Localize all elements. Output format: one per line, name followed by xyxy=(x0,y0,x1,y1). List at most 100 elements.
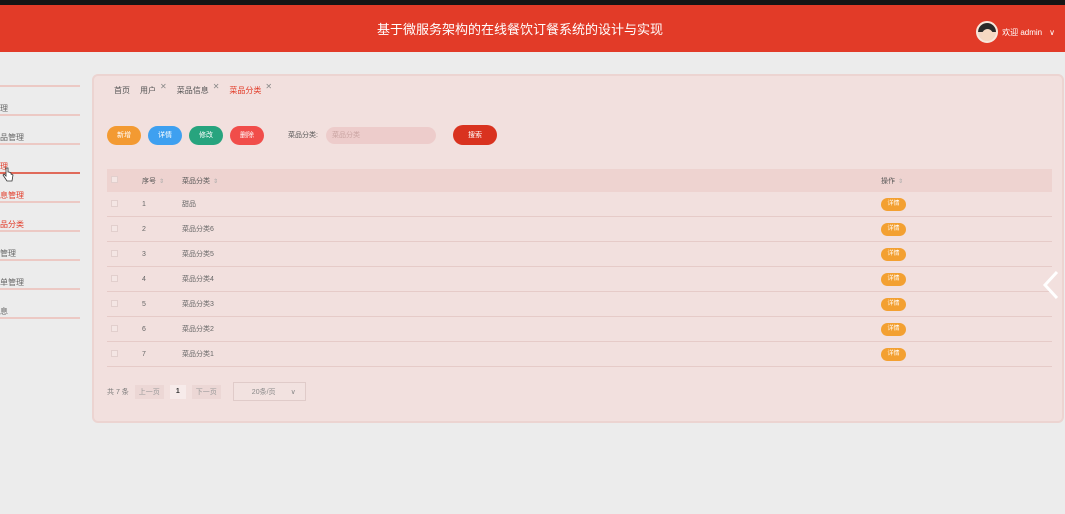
table-row: 5 菜品分类3 详情 xyxy=(107,292,1052,317)
table-row: 1 甜品 详情 xyxy=(107,192,1052,217)
select-all-checkbox[interactable] xyxy=(111,176,118,183)
next-page-button[interactable]: 下一页 xyxy=(191,384,221,399)
sidebar-item-label: 理 xyxy=(0,104,8,113)
row-index: 3 xyxy=(142,250,146,258)
search-button[interactable]: 搜索 xyxy=(452,125,497,145)
table-row: 2 菜品分类6 详情 xyxy=(107,217,1052,242)
row-checkbox[interactable] xyxy=(111,274,118,282)
page-size-value: 20条/页 xyxy=(251,388,276,396)
user-greeting[interactable]: 欢迎 admin xyxy=(1002,27,1042,38)
table-row: 6 菜品分类2 详情 xyxy=(107,317,1052,342)
avatar-face xyxy=(982,29,994,41)
sidebar-item-home[interactable]: 理 xyxy=(0,85,80,114)
sort-icon[interactable]: ⇕ xyxy=(898,179,903,185)
sort-icon[interactable]: ⇕ xyxy=(213,179,218,185)
sidebar: 理 品管理 理 息管理 品分类 管理 单管理 息 xyxy=(0,85,80,319)
row-index: 6 xyxy=(142,325,146,333)
column-header-op[interactable]: 操作 ⇕ xyxy=(881,176,1031,186)
sidebar-item-label: 单管理 xyxy=(0,278,24,287)
edit-button[interactable]: 修改 xyxy=(189,125,223,145)
tab-home[interactable]: 首页 xyxy=(114,85,130,96)
header-label: 序号 xyxy=(142,177,156,185)
tab-users[interactable]: 用户 ✕ xyxy=(140,82,167,96)
row-name: 菜品分类6 xyxy=(182,226,214,233)
row-detail-button[interactable]: 详情 xyxy=(881,247,906,261)
row-index: 2 xyxy=(142,225,146,233)
row-detail-button[interactable]: 详情 xyxy=(881,347,906,361)
prev-page-button[interactable]: 上一页 xyxy=(134,384,164,399)
table-row: 3 菜品分类5 详情 xyxy=(107,242,1052,267)
row-name: 菜品分类1 xyxy=(182,351,214,358)
search-label: 菜品分类: xyxy=(288,132,318,139)
user-menu[interactable]: 欢迎 admin ∨ xyxy=(976,21,1055,43)
row-checkbox[interactable] xyxy=(111,324,118,332)
table-header: 序号 ⇕ 菜品分类 ⇕ 操作 ⇕ xyxy=(107,169,1052,192)
column-header-index[interactable]: 序号 ⇕ xyxy=(142,176,182,186)
row-name: 菜品分类2 xyxy=(182,326,214,333)
row-index: 1 xyxy=(142,200,146,208)
app-title: 基于微服务架构的在线餐饮订餐系统的设计与实现 xyxy=(376,23,663,38)
page-number[interactable]: 1 xyxy=(169,384,186,399)
chevron-left-icon[interactable] xyxy=(1042,270,1060,300)
close-icon[interactable]: ✕ xyxy=(213,82,220,91)
sidebar-item-label: 品分类 xyxy=(0,220,24,229)
chevron-down-icon: ∨ xyxy=(290,388,296,396)
sidebar-divider xyxy=(0,317,80,319)
row-checkbox[interactable] xyxy=(111,199,118,207)
row-index: 4 xyxy=(142,275,146,283)
row-checkbox[interactable] xyxy=(111,299,118,307)
tab-bar: 首页 用户 ✕ 菜品信息 ✕ 菜品分类 ✕ xyxy=(114,82,282,96)
sidebar-item-label: 息 xyxy=(0,307,8,316)
app-header: 基于微服务架构的在线餐饮订餐系统的设计与实现 欢迎 admin ∨ xyxy=(0,5,1065,52)
hand-pointer-icon xyxy=(2,167,14,182)
sidebar-item-user-management[interactable]: 品管理 xyxy=(0,114,80,143)
row-name: 菜品分类5 xyxy=(182,251,214,258)
row-checkbox[interactable] xyxy=(111,349,118,357)
row-detail-button[interactable]: 详情 xyxy=(881,197,906,211)
close-icon[interactable]: ✕ xyxy=(265,82,272,91)
sidebar-item-label: 息管理 xyxy=(0,191,24,200)
sidebar-item-label: 品管理 xyxy=(0,133,24,142)
table-row: 7 菜品分类1 详情 xyxy=(107,342,1052,367)
row-detail-button[interactable]: 详情 xyxy=(881,322,906,336)
sidebar-item-order-management[interactable]: 单管理 xyxy=(0,259,80,288)
category-table: 序号 ⇕ 菜品分类 ⇕ 操作 ⇕ 1 甜品 详情 2 菜品分类6 详情 3 菜品分类5… xyxy=(107,169,1052,367)
tab-label: 用户 xyxy=(140,86,156,95)
row-detail-button[interactable]: 详情 xyxy=(881,272,906,286)
sidebar-item-label: 管理 xyxy=(0,249,16,258)
tab-dish-category[interactable]: 菜品分类 ✕ xyxy=(229,82,272,96)
detail-button[interactable]: 详情 xyxy=(148,125,182,145)
add-button[interactable]: 新增 xyxy=(107,125,141,145)
row-checkbox[interactable] xyxy=(111,249,118,257)
main-panel: 首页 用户 ✕ 菜品信息 ✕ 菜品分类 ✕ 新增 详情 修改 删除 菜品分类: 菜品分… xyxy=(92,74,1064,423)
pagination: 共 7 条 上一页 1 下一页 20条/页 ∨ xyxy=(107,382,306,401)
row-detail-button[interactable]: 详情 xyxy=(881,297,906,311)
search-input[interactable]: 菜品分类 xyxy=(325,126,436,144)
page-size-select[interactable]: 20条/页 ∨ xyxy=(232,382,306,401)
close-icon[interactable]: ✕ xyxy=(160,82,167,91)
toolbar: 新增 详情 修改 删除 菜品分类: 菜品分类 搜索 xyxy=(107,125,497,145)
row-name: 甜品 xyxy=(182,201,196,208)
table-row: 4 菜品分类4 详情 xyxy=(107,267,1052,292)
header-label: 操作 xyxy=(881,177,895,185)
tab-label: 菜品信息 xyxy=(176,86,209,95)
avatar[interactable] xyxy=(976,21,999,43)
sidebar-item-info[interactable]: 息 xyxy=(0,288,80,317)
row-index: 7 xyxy=(142,350,146,358)
sort-icon[interactable]: ⇕ xyxy=(159,179,164,185)
delete-button[interactable]: 删除 xyxy=(230,125,264,145)
tab-label: 首页 xyxy=(114,86,130,95)
sidebar-item-dish-category[interactable]: 品分类 xyxy=(0,201,80,230)
header-label: 菜品分类 xyxy=(182,177,210,185)
tab-label: 菜品分类 xyxy=(229,86,262,95)
row-detail-button[interactable]: 详情 xyxy=(881,222,906,236)
sidebar-item-management[interactable]: 管理 xyxy=(0,230,80,259)
chevron-down-icon[interactable]: ∨ xyxy=(1049,28,1055,37)
column-header-name[interactable]: 菜品分类 ⇕ xyxy=(182,176,881,186)
row-name: 菜品分类3 xyxy=(182,301,214,308)
row-checkbox[interactable] xyxy=(111,224,118,232)
total-count: 共 7 条 xyxy=(107,388,129,396)
tab-dish-info[interactable]: 菜品信息 ✕ xyxy=(176,82,220,96)
row-index: 5 xyxy=(142,300,146,308)
row-name: 菜品分类4 xyxy=(182,276,214,283)
